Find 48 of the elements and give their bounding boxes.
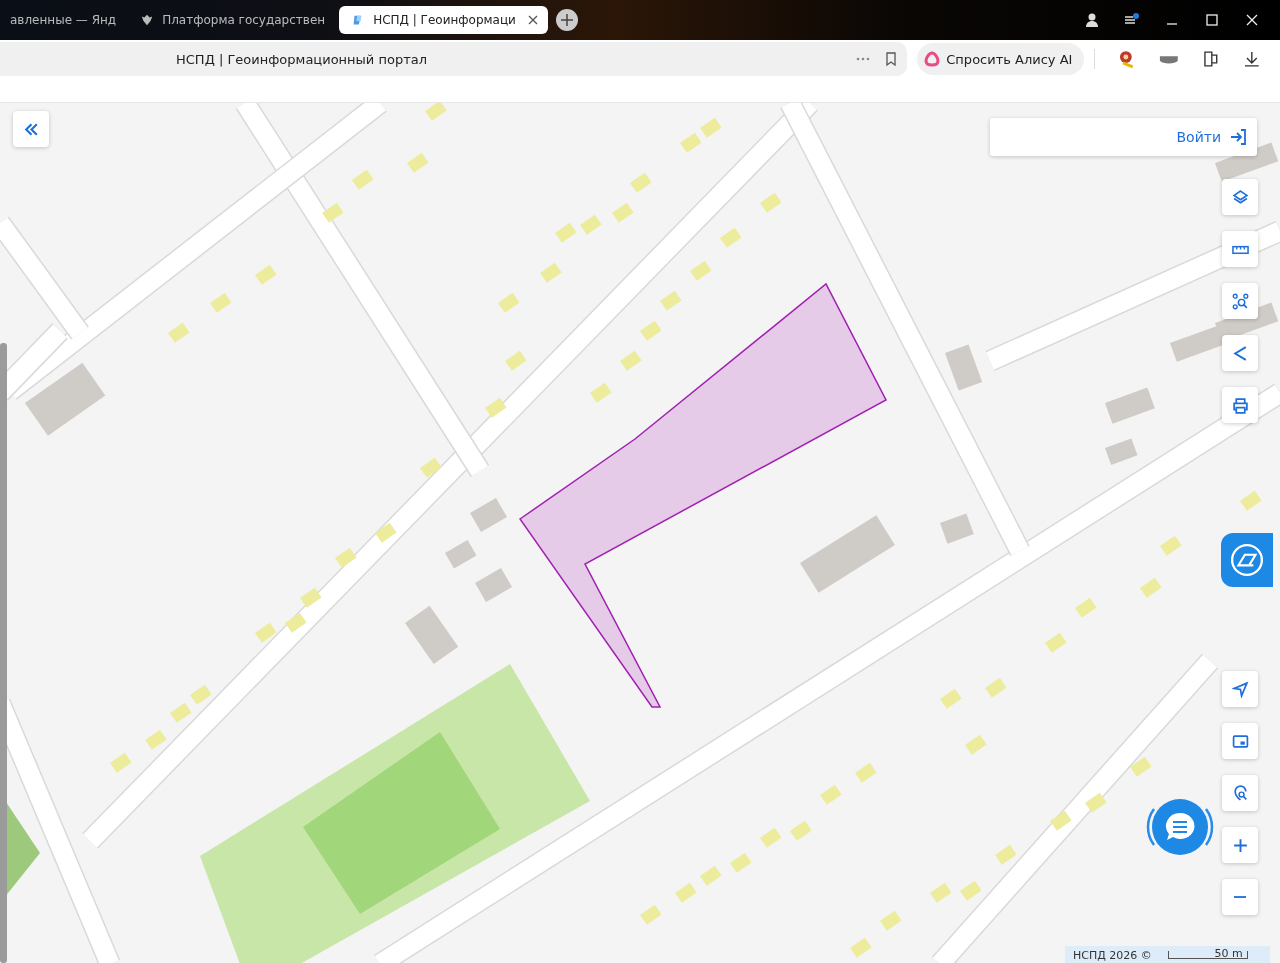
page-title: НСПД | Геоинформационный портал: [176, 51, 428, 67]
house-shape: [485, 397, 507, 418]
collapse-panel-button[interactable]: [13, 111, 49, 147]
profile-icon[interactable]: [1084, 12, 1100, 28]
scale-bar: 50 m: [1167, 951, 1248, 959]
house-shape: [300, 587, 322, 608]
maximize-icon[interactable]: [1204, 12, 1220, 28]
share-icon: [1231, 344, 1249, 362]
locate-button[interactable]: [1222, 671, 1258, 707]
emblem-icon: [140, 13, 155, 27]
house-shape: [285, 612, 307, 633]
share-button[interactable]: [1222, 335, 1258, 371]
minimap-button[interactable]: [1222, 723, 1258, 759]
zoom-in-button[interactable]: [1222, 827, 1258, 863]
search-location-button[interactable]: [1222, 775, 1258, 811]
close-icon[interactable]: [527, 15, 538, 25]
navigation-arrow-icon: [1231, 680, 1249, 698]
house-shape: [1085, 792, 1107, 813]
layers-button[interactable]: [1222, 179, 1258, 215]
minimap-icon: [1231, 732, 1249, 750]
scroll-bar[interactable]: [0, 343, 7, 963]
alice-button[interactable]: Спросить Алису AI: [917, 43, 1085, 75]
close-icon[interactable]: [1244, 12, 1260, 28]
area-search-icon: [1231, 292, 1249, 310]
new-tab-icon[interactable]: [555, 9, 578, 31]
browser-tab[interactable]: Платформа государствен: [130, 6, 336, 34]
alice-icon: [923, 50, 942, 68]
printer-icon: [1231, 396, 1249, 414]
ruler-button[interactable]: [1222, 231, 1258, 267]
download-icon[interactable]: [1242, 49, 1262, 69]
tab-title: НСПД | Геоинформаци: [373, 13, 516, 27]
location-search-icon: [1231, 784, 1249, 802]
print-button[interactable]: [1222, 387, 1258, 423]
tab-title: авленные — Янд: [10, 13, 117, 27]
login-button[interactable]: Войти: [990, 118, 1257, 156]
browser-tab[interactable]: авленные — Янд: [0, 6, 127, 34]
plus-icon: [1231, 836, 1249, 854]
attribution-text: НСПД 2026 ©: [1073, 948, 1152, 962]
minus-icon: [1233, 896, 1247, 898]
house-shape: [1050, 810, 1072, 831]
address-bar[interactable]: НСПД | Геоинформационный портал: [0, 42, 908, 76]
layers-icon: [1231, 188, 1249, 206]
tab-title: Платформа государствен: [162, 13, 326, 27]
sign-in-icon: [1229, 128, 1247, 146]
area-search-button[interactable]: [1222, 283, 1258, 319]
map-panel-button[interactable]: [1221, 533, 1273, 587]
folded-map-icon: [1230, 543, 1264, 577]
browser-tab[interactable]: НСПД | Геоинформаци: [339, 6, 548, 34]
